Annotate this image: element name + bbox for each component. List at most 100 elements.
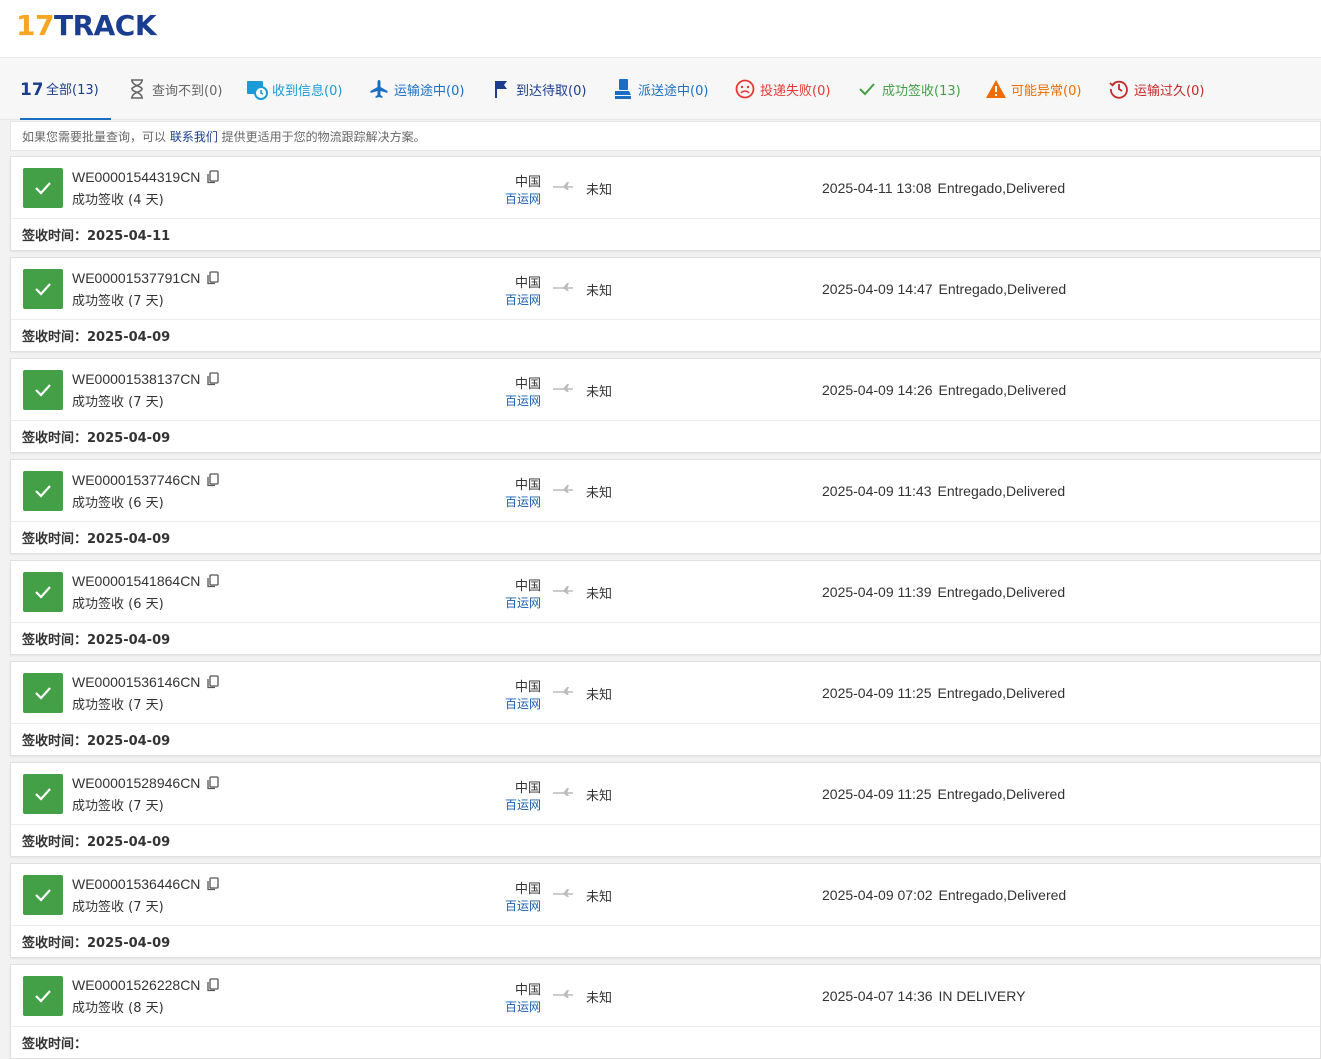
delivered-check-icon [23, 976, 63, 1016]
17track-logo[interactable]: 17 TRACK [16, 8, 157, 42]
tracking-number[interactable]: WE00001541864CN [72, 573, 220, 589]
copy-icon[interactable] [206, 877, 220, 891]
origin-country: 中国 [514, 175, 541, 190]
tracking-number[interactable]: WE00001537746CN [72, 472, 220, 488]
carrier-link[interactable]: 百运网 [481, 594, 541, 611]
tab-delivery-failed[interactable]: 投递失败(0) [734, 58, 830, 120]
carrier-link[interactable]: 百运网 [481, 493, 541, 510]
event-description: Entregado,Delivered [938, 382, 1067, 398]
tracking-number-text: WE00001536446CN [72, 876, 201, 892]
notice-prefix: 如果您需要批量查询，可以 [22, 130, 170, 144]
tab-all[interactable]: 17 全部(13) [20, 58, 111, 120]
destination-country: 未知 [586, 890, 613, 905]
origin-country: 中国 [514, 781, 541, 796]
top-bar: 17 TRACK [0, 0, 1321, 58]
carrier-link[interactable]: 百运网 [481, 998, 541, 1015]
latest-event: 2025-04-09 11:43 Entregado,Delivered [822, 483, 1065, 499]
copy-icon[interactable] [206, 473, 220, 487]
event-time: 2025-04-11 13:08 [822, 180, 932, 196]
copy-icon[interactable] [206, 776, 220, 790]
notice-suffix: 提供更适用于您的物流跟踪解决方案。 [217, 130, 426, 144]
tab-not-found[interactable]: 查询不到(0) [126, 58, 222, 120]
delivered-check-icon [23, 875, 63, 915]
origin-country: 中国 [514, 478, 541, 493]
received-time-row: 签收时间：2025-04-09 [22, 831, 170, 850]
destination-country: 未知 [586, 688, 613, 703]
tracking-number[interactable]: WE00001528946CN [72, 775, 220, 791]
tracking-number[interactable]: WE00001538137CN [72, 371, 220, 387]
carrier-link[interactable]: 百运网 [481, 291, 541, 308]
checkmark-icon [856, 78, 878, 100]
logo-word: TRACK [53, 8, 157, 42]
carrier-link[interactable]: 百运网 [481, 897, 541, 914]
tab-expired[interactable]: 运输过久(0) [1108, 58, 1204, 120]
package-card[interactable]: WE00001528946CN 成功签收 (7 天) 中国 百运网 未知 2025-04-… [10, 762, 1321, 857]
tracking-number[interactable]: WE00001544319CN [72, 169, 220, 185]
package-summary-row: WE00001528946CN 成功签收 (7 天) 中国 百运网 未知 2025-04-… [11, 763, 1320, 825]
copy-icon[interactable] [206, 372, 220, 386]
delivered-check-icon [23, 269, 63, 309]
package-card[interactable]: WE00001537791CN 成功签收 (7 天) 中国 百运网 未知 2025-04-… [10, 257, 1321, 352]
tab-delivered[interactable]: 成功签收(13) [856, 58, 961, 120]
tracking-number[interactable]: WE00001526228CN [72, 977, 220, 993]
tab-exception[interactable]: 可能异常(0) [985, 58, 1081, 120]
flag-icon [490, 78, 512, 100]
status-text: 成功签收 (8 天) [72, 1001, 164, 1016]
carrier-link[interactable]: 百运网 [481, 796, 541, 813]
package-card[interactable]: WE00001526228CN 成功签收 (8 天) 中国 百运网 未知 2025-04-… [10, 964, 1321, 1059]
status-text: 成功签收 (7 天) [72, 294, 164, 309]
origin-country: 中国 [514, 276, 541, 291]
received-time-row: 签收时间：2025-04-09 [22, 427, 170, 446]
event-description: IN DELIVERY [938, 988, 1026, 1004]
received-date: 2025-04-09 [87, 330, 171, 345]
route-plane-icon [551, 785, 575, 799]
copy-icon[interactable] [206, 574, 220, 588]
tracking-number[interactable]: WE00001537791CN [72, 270, 220, 286]
received-time-label: 签收时间： [22, 734, 88, 749]
received-time-row: 签收时间：2025-04-09 [22, 326, 170, 345]
carrier-link[interactable]: 百运网 [481, 695, 541, 712]
tracking-number[interactable]: WE00001536146CN [72, 674, 220, 690]
received-date: 2025-04-09 [87, 633, 171, 648]
route-plane-icon [551, 482, 575, 496]
package-card[interactable]: WE00001536146CN 成功签收 (7 天) 中国 百运网 未知 2025-04-… [10, 661, 1321, 756]
tracking-number-text: WE00001528946CN [72, 775, 201, 791]
copy-icon[interactable] [206, 170, 220, 184]
package-card[interactable]: WE00001544319CN 成功签收 (4 天) 中国 百运网 未知 2025-04-… [10, 156, 1321, 251]
tab-in-transit[interactable]: 运输途中(0) [368, 58, 464, 120]
origin-country: 中国 [514, 579, 541, 594]
tab-pickup[interactable]: 到达待取(0) [490, 58, 586, 120]
status-tabs: 17 全部(13) 查询不到(0) 收到信息(0) 运输途中(0) 到达待取(0… [0, 58, 1321, 120]
package-card[interactable]: WE00001537746CN 成功签收 (6 天) 中国 百运网 未知 2025-04-… [10, 459, 1321, 554]
copy-icon[interactable] [206, 978, 220, 992]
package-summary-row: WE00001544319CN 成功签收 (4 天) 中国 百运网 未知 2025-04-… [11, 157, 1320, 219]
copy-icon[interactable] [206, 271, 220, 285]
tracking-number-text: WE00001537791CN [72, 270, 201, 286]
carrier-link[interactable]: 百运网 [481, 392, 541, 409]
package-card[interactable]: WE00001541864CN 成功签收 (6 天) 中国 百运网 未知 2025-04-… [10, 560, 1321, 655]
route-plane-icon [551, 280, 575, 294]
carrier-link[interactable]: 百运网 [481, 190, 541, 207]
clock-history-icon [1108, 78, 1130, 100]
tracking-number-text: WE00001537746CN [72, 472, 201, 488]
event-time: 2025-04-09 07:02 [822, 887, 933, 903]
tab-info-received[interactable]: 收到信息(0) [246, 58, 342, 120]
contact-us-link[interactable]: 联系我们 [170, 130, 218, 144]
destination-country: 未知 [586, 789, 613, 804]
tracking-number[interactable]: WE00001536446CN [72, 876, 220, 892]
package-card[interactable]: WE00001538137CN 成功签收 (7 天) 中国 百运网 未知 2025-04-… [10, 358, 1321, 453]
status-text: 成功签收 (7 天) [72, 698, 164, 713]
status-text: 成功签收 (4 天) [72, 193, 164, 208]
received-date: 2025-04-09 [87, 936, 171, 951]
event-description: Entregado,Delivered [937, 685, 1066, 701]
tab-label: 投递失败(0) [760, 83, 831, 99]
status-text: 成功签收 (7 天) [72, 799, 164, 814]
event-time: 2025-04-09 11:39 [822, 584, 932, 600]
tab-label: 派送途中(0) [638, 83, 709, 99]
copy-icon[interactable] [206, 675, 220, 689]
delivery-person-icon [612, 78, 634, 100]
tab-out-for-delivery[interactable]: 派送途中(0) [612, 58, 708, 120]
package-card[interactable]: WE00001536446CN 成功签收 (7 天) 中国 百运网 未知 2025-04-… [10, 863, 1321, 958]
origin-country: 中国 [514, 377, 541, 392]
status-text: 成功签收 (7 天) [72, 900, 164, 915]
